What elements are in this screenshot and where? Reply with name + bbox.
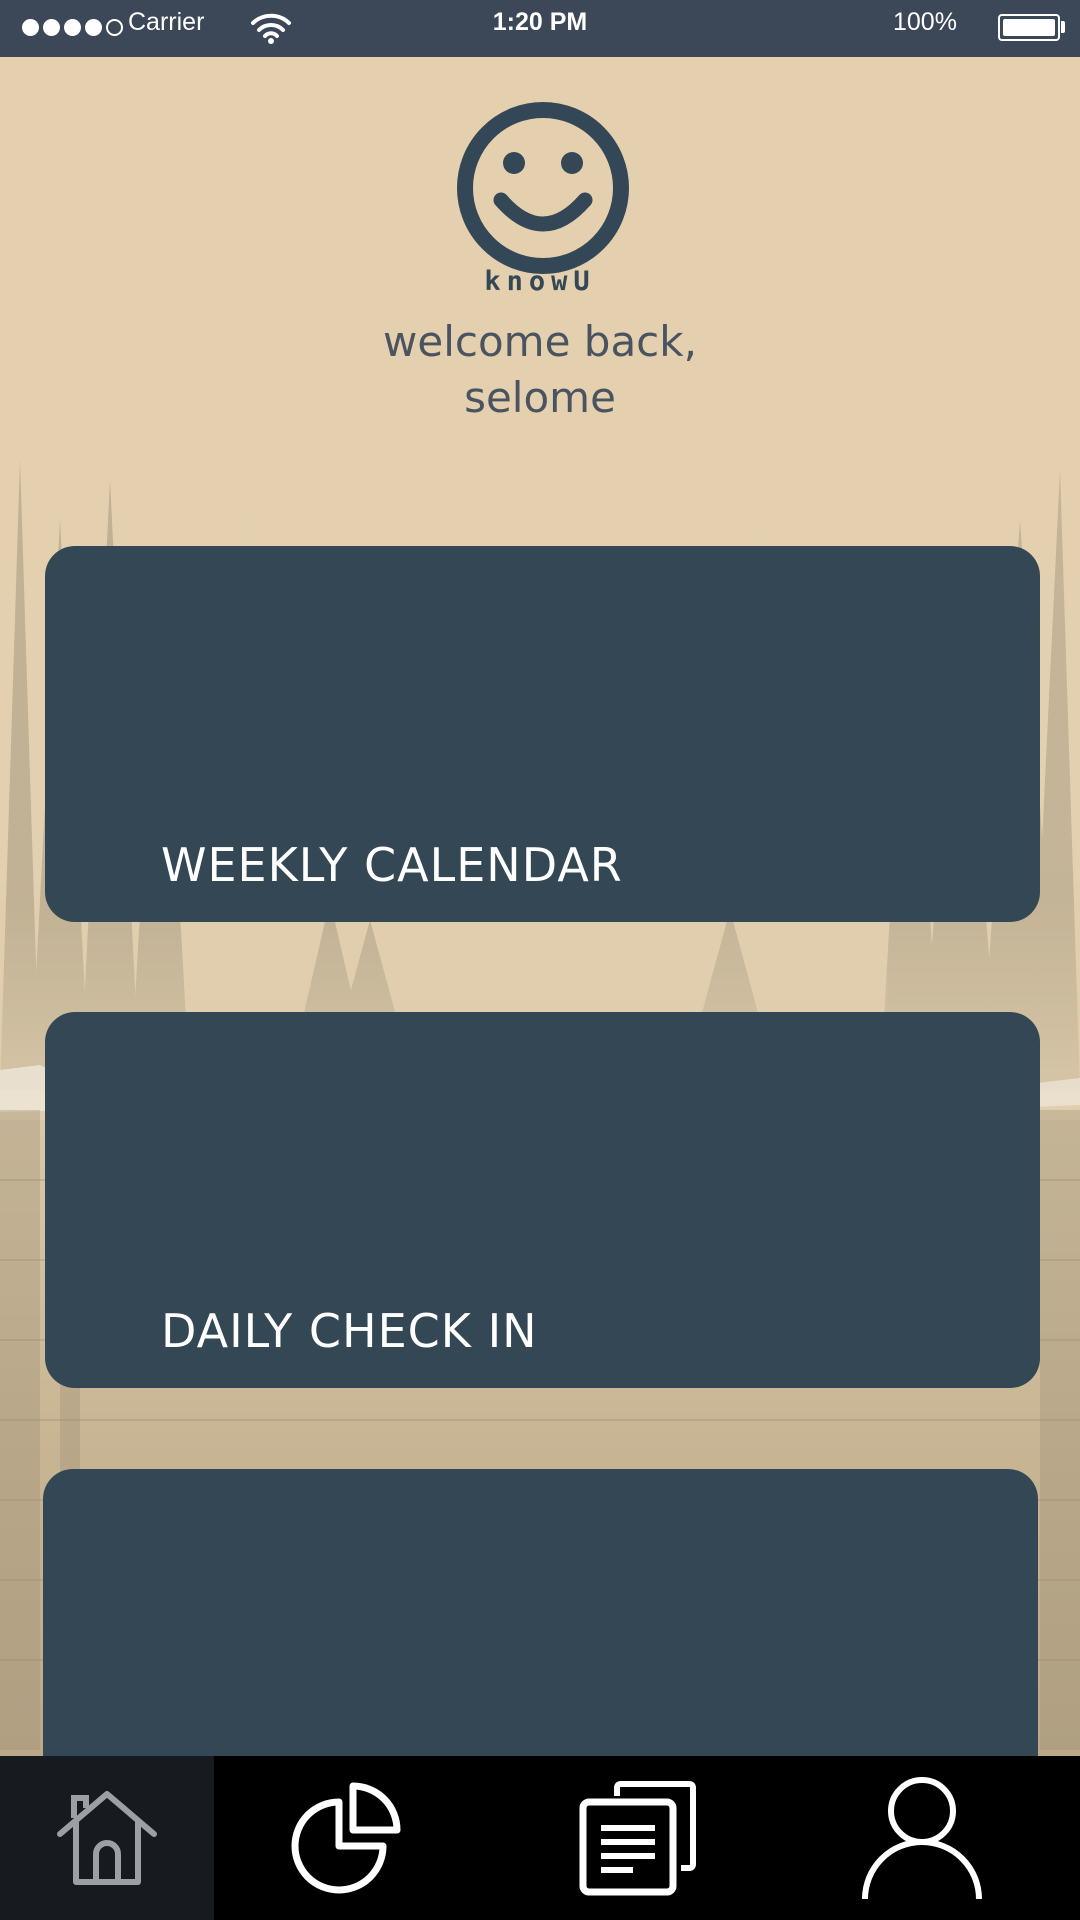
home-screen: Carrier 1:20 PM 100% knowU welcome back,… xyxy=(0,0,1080,1920)
welcome-message: welcome back, selome xyxy=(0,314,1080,426)
tab-bar xyxy=(0,1756,1080,1920)
welcome-line: welcome back, xyxy=(383,317,697,366)
status-bar: Carrier 1:20 PM 100% xyxy=(0,0,1080,57)
pie-chart-icon xyxy=(291,1782,401,1894)
user-name: selome xyxy=(464,373,616,422)
home-icon xyxy=(57,1791,157,1885)
tab-statistics[interactable] xyxy=(240,1756,454,1920)
tab-profile[interactable] xyxy=(815,1756,1029,1920)
tab-home[interactable] xyxy=(0,1756,214,1920)
battery-icon xyxy=(998,14,1060,41)
brand-name: knowU xyxy=(484,266,596,297)
tab-journal[interactable] xyxy=(530,1756,744,1920)
documents-icon xyxy=(579,1781,696,1896)
card-label: WEEKLY CALENDAR xyxy=(161,838,623,892)
card-label: DAILY CHECK IN xyxy=(161,1304,538,1358)
battery-percentage: 100% xyxy=(893,8,957,36)
daily-check-in-card[interactable]: DAILY CHECK IN xyxy=(45,1012,1040,1388)
battery-tip xyxy=(1061,21,1065,33)
user-icon xyxy=(862,1777,982,1900)
smiley-logo-icon xyxy=(457,102,629,274)
weekly-calendar-card[interactable]: WEEKLY CALENDAR xyxy=(45,546,1040,922)
